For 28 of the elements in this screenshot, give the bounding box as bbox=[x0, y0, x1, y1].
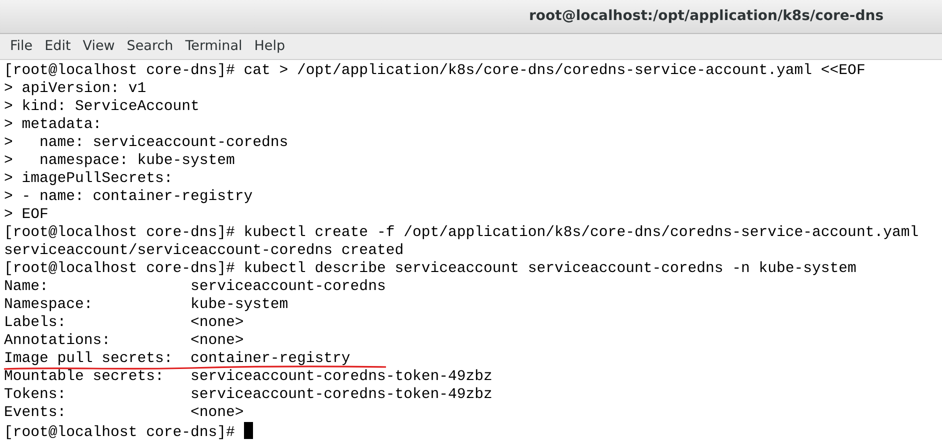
terminal-line: Tokens: serviceaccount-coredns-token-49zbz bbox=[4, 387, 492, 403]
terminal-line: > namespace: kube-system bbox=[4, 153, 235, 169]
menu-item[interactable]: File bbox=[4, 36, 39, 57]
terminal-line: [root@localhost core-dns]# kubectl create -f /opt/application/k8s/core-dns/coredns-service-account.yaml bbox=[4, 225, 919, 241]
terminal-line: [root@localhost core-dns]# kubectl describe serviceaccount serviceaccount-coredns -n kube-system bbox=[4, 261, 856, 277]
terminal-line: Mountable secrets: serviceaccount-coredns-token-49zbz bbox=[4, 369, 492, 385]
terminal-line: > EOF bbox=[4, 207, 48, 223]
menu-item[interactable]: Help bbox=[248, 36, 292, 57]
window-title: root@localhost:/opt/application/k8s/core-dns bbox=[529, 7, 884, 26]
terminal-line: Namespace: kube-system bbox=[4, 297, 288, 313]
terminal-line: > metadata: bbox=[4, 117, 102, 133]
menu-item[interactable]: View bbox=[76, 36, 121, 57]
menu-item[interactable]: Terminal bbox=[179, 36, 248, 57]
terminal-line: > kind: ServiceAccount bbox=[4, 99, 200, 115]
terminal-line: > apiVersion: v1 bbox=[4, 81, 146, 97]
terminal-line: [root@localhost core-dns]# bbox=[4, 425, 236, 441]
terminal-line: Events: <none> bbox=[4, 405, 244, 421]
menu-item[interactable]: Search bbox=[120, 36, 180, 57]
terminal-line: > name: serviceaccount-coredns bbox=[4, 135, 288, 151]
terminal-line: > - name: container-registry bbox=[4, 189, 253, 205]
menu-item[interactable]: Edit bbox=[38, 36, 77, 57]
terminal-line: > imagePullSecrets: bbox=[4, 171, 173, 187]
terminal-line: [root@localhost core-dns]# cat > /opt/application/k8s/core-dns/coredns-service-account.yaml <<EOF bbox=[4, 63, 866, 79]
terminal-line: serviceaccount/serviceaccount-coredns created bbox=[4, 243, 404, 259]
terminal-line: Image pull secrets: container-registry bbox=[4, 351, 350, 367]
terminal-line: Name: serviceaccount-coredns bbox=[4, 279, 386, 295]
terminal-line: Annotations: <none> bbox=[4, 333, 244, 349]
terminal-line: Labels: <none> bbox=[4, 315, 244, 331]
